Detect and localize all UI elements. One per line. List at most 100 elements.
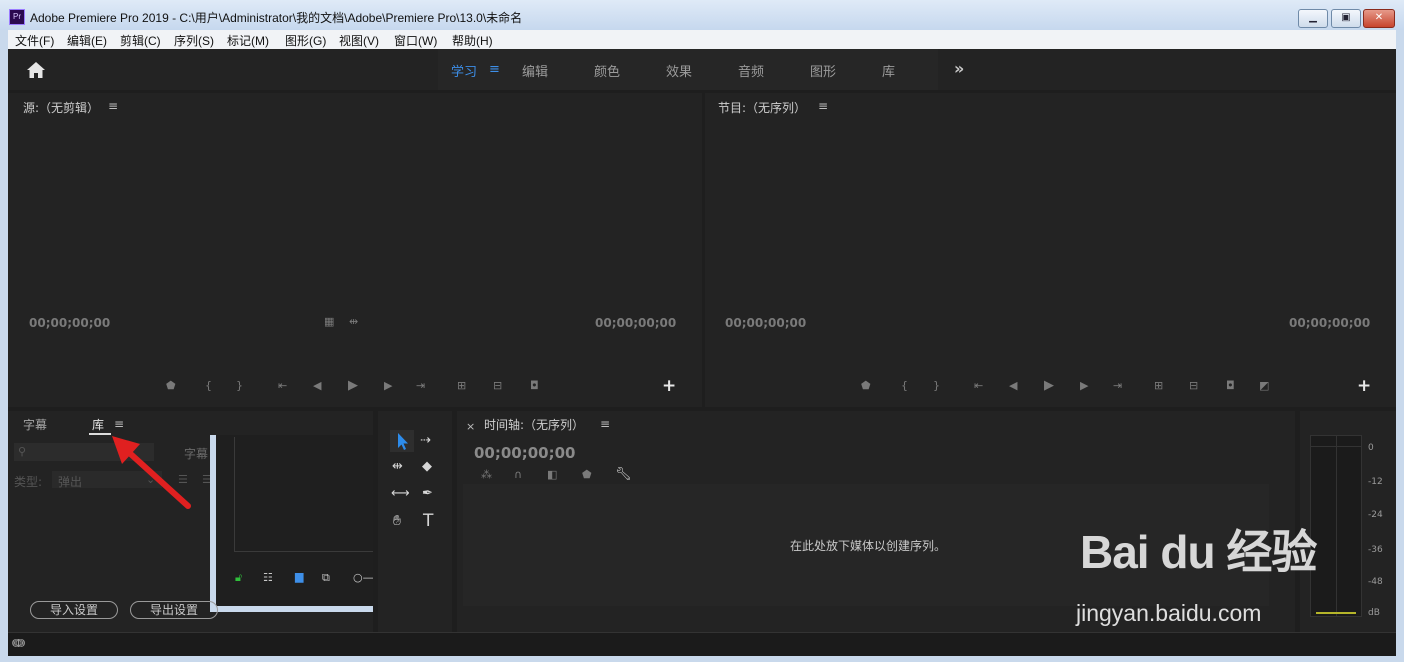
program-timecode-current[interactable]: 00;00;00;00: [725, 316, 806, 330]
menu-marker[interactable]: 标记(M): [227, 32, 269, 49]
workspace-tab-color[interactable]: 颜色: [594, 61, 620, 80]
minimize-button[interactable]: ▁: [1298, 9, 1328, 28]
step-forward-icon[interactable]: ▶: [384, 379, 392, 392]
home-icon[interactable]: [26, 61, 46, 79]
close-icon[interactable]: ×: [466, 420, 475, 433]
drag-video-icon[interactable]: ▦: [324, 315, 334, 328]
track-select-tool-icon[interactable]: ⇢: [420, 433, 431, 448]
maximize-button[interactable]: ▣: [1331, 9, 1361, 28]
workspace-tab-effects[interactable]: 效果: [666, 61, 692, 80]
go-to-in-icon[interactable]: ⇤: [974, 379, 983, 392]
step-back-icon[interactable]: ◀: [1009, 379, 1017, 392]
tab-captions[interactable]: 字幕: [23, 416, 47, 433]
export-frame-icon[interactable]: ◘: [530, 379, 539, 392]
mark-in-icon[interactable]: {: [901, 379, 908, 392]
comparison-view-icon[interactable]: ◩: [1259, 379, 1269, 392]
workspace-tab-graphics[interactable]: 图形: [810, 61, 836, 80]
hand-tool-icon[interactable]: ✋︎: [393, 513, 401, 529]
add-marker-icon[interactable]: ⬟: [582, 468, 592, 481]
workspace-tab-audio[interactable]: 音频: [738, 61, 764, 80]
window-titlebar: Pr Adobe Premiere Pro 2019 - C:\用户\Admin…: [0, 0, 1404, 30]
workspace-menu-icon[interactable]: ≡: [489, 62, 500, 77]
icon-view-icon[interactable]: ▆: [295, 570, 303, 583]
zoom-slider-icon[interactable]: ○—: [353, 571, 373, 584]
nest-toggle-icon[interactable]: ⁂: [481, 468, 492, 481]
mark-out-icon[interactable]: }: [933, 379, 940, 392]
menu-edit[interactable]: 编辑(E): [67, 32, 107, 49]
library-window: 🔓︎ ☷ ▆ ⧉ ○—: [210, 435, 373, 612]
lift-icon[interactable]: ⊞: [1154, 379, 1163, 392]
workspace-tabs: 学习 ≡ 编辑 颜色 效果 音频 图形 库: [438, 49, 938, 90]
menu-graphics[interactable]: 图形(G): [285, 32, 326, 49]
import-settings-button[interactable]: 导入设置: [30, 601, 118, 619]
ripple-edit-tool-icon[interactable]: ⇹: [392, 459, 403, 474]
add-marker-icon[interactable]: ⬟: [166, 379, 176, 392]
program-monitor-title[interactable]: 节目:（无序列）: [718, 99, 806, 116]
program-monitor-panel: 节目:（无序列） ≡ 00;00;00;00 00;00;00;00 ⬟ { }…: [705, 93, 1396, 407]
maximize-icon: ▣: [1341, 12, 1351, 23]
panel-menu-icon[interactable]: ≡: [818, 99, 828, 113]
close-button[interactable]: ✕: [1363, 9, 1395, 28]
export-frame-icon[interactable]: ◘: [1226, 379, 1235, 392]
meter-divider: [1336, 436, 1337, 616]
minimize-icon: ▁: [1309, 12, 1317, 23]
meter-level-indicator: [1316, 612, 1356, 614]
type-tool-icon[interactable]: T: [423, 511, 433, 531]
menu-sequence[interactable]: 序列(S): [174, 32, 214, 49]
annotation-arrow: [112, 436, 191, 509]
lock-icon[interactable]: 🔓︎: [235, 571, 242, 585]
source-timecode-current[interactable]: 00;00;00;00: [29, 316, 110, 330]
go-to-out-icon[interactable]: ⇥: [1113, 379, 1122, 392]
export-settings-button[interactable]: 导出设置: [130, 601, 218, 619]
menu-window[interactable]: 窗口(W): [394, 32, 437, 49]
button-editor-plus-icon[interactable]: +: [662, 376, 676, 396]
go-to-out-icon[interactable]: ⇥: [416, 379, 425, 392]
type-label: 类型:: [14, 475, 43, 489]
button-editor-plus-icon[interactable]: +: [1357, 376, 1371, 396]
play-icon[interactable]: ▶: [1044, 378, 1054, 393]
step-forward-icon[interactable]: ▶: [1080, 379, 1088, 392]
tools-panel: ⇢ ⇹ ◆ ⟷ ✒ ✋︎ T: [378, 411, 452, 632]
slip-tool-icon[interactable]: ⟷: [391, 486, 410, 501]
meter-scale-db: dB: [1368, 608, 1380, 618]
source-monitor-title[interactable]: 源:（无剪辑）: [23, 99, 99, 116]
workspace-tab-learn[interactable]: 学习: [451, 61, 477, 80]
meter-scale-24: -24: [1368, 510, 1383, 520]
program-timecode-duration: 00;00;00;00: [1289, 316, 1371, 330]
add-marker-icon[interactable]: ⬟: [861, 379, 871, 392]
freeform-view-icon[interactable]: ⧉: [322, 571, 330, 585]
panel-menu-icon[interactable]: ≡: [600, 417, 610, 431]
timeline-timecode[interactable]: 00;00;00;00: [474, 444, 576, 462]
more-workspaces-icon[interactable]: »: [954, 59, 964, 78]
workspace-tab-edit[interactable]: 编辑: [522, 61, 548, 80]
step-back-icon[interactable]: ◀: [313, 379, 321, 392]
selection-tool[interactable]: [390, 430, 414, 452]
menu-file[interactable]: 文件(F): [15, 32, 54, 49]
list-view-icon[interactable]: ☷: [263, 571, 273, 584]
baidu-watermark-logo: Bai du 经验: [1080, 526, 1317, 578]
play-icon[interactable]: ▶: [348, 378, 358, 393]
creative-cloud-icon[interactable]: ↈ: [12, 636, 25, 651]
source-timecode-duration: 00;00;00;00: [595, 316, 677, 330]
snap-icon[interactable]: ∩: [514, 468, 522, 481]
drag-audio-icon[interactable]: ⇹: [349, 315, 358, 328]
panel-menu-icon[interactable]: ≡: [108, 99, 118, 113]
menu-help[interactable]: 帮助(H): [452, 32, 493, 49]
close-icon: ✕: [1374, 12, 1384, 23]
menu-view[interactable]: 视图(V): [339, 32, 379, 49]
overwrite-icon[interactable]: ⊟: [493, 379, 502, 392]
wrench-icon[interactable]: 🔧︎: [615, 467, 632, 482]
razor-tool-icon[interactable]: ◆: [422, 459, 432, 474]
status-bar: ↈ: [8, 632, 1396, 656]
mark-out-icon[interactable]: }: [236, 379, 243, 392]
mark-in-icon[interactable]: {: [205, 379, 212, 392]
linked-selection-icon[interactable]: ◧: [547, 468, 557, 481]
menu-clip[interactable]: 剪辑(C): [120, 32, 161, 49]
go-to-in-icon[interactable]: ⇤: [278, 379, 287, 392]
timeline-title[interactable]: 时间轴:（无序列）: [484, 416, 584, 433]
pen-tool-icon[interactable]: ✒: [422, 486, 433, 501]
workspace-tab-libraries[interactable]: 库: [882, 61, 895, 80]
meter-scale-0: 0: [1368, 443, 1374, 453]
extract-icon[interactable]: ⊟: [1189, 379, 1198, 392]
insert-icon[interactable]: ⊞: [457, 379, 466, 392]
